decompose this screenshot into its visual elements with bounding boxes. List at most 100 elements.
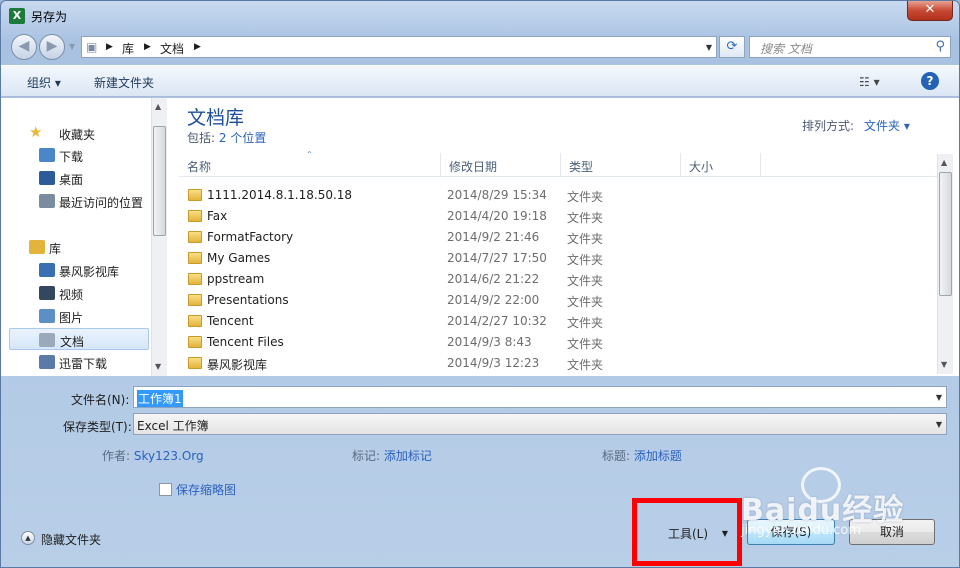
sidebar-item-documents[interactable]: 文档: [9, 328, 149, 350]
folder-icon: [188, 315, 202, 327]
filename-input[interactable]: 工作簿1 ▼: [133, 386, 947, 408]
sidebar-item-downloads[interactable]: 下载: [9, 144, 149, 166]
folder-icon: [188, 273, 202, 285]
chevron-right-icon[interactable]: ▶: [106, 42, 113, 52]
browser-pane: ★ 收藏夹 下载 桌面 最近访问的位置 库 暴风影视库 视频 图片 文档 迅雷下…: [1, 98, 959, 376]
save-thumbnail-checkbox[interactable]: [159, 483, 172, 496]
chevron-right-icon[interactable]: ▶: [194, 42, 201, 52]
sidebar-item-libraries[interactable]: 库: [9, 236, 149, 258]
arrange-by: 排列方式: 文件夹 ▾: [802, 119, 910, 133]
sidebar-scroll-thumb[interactable]: [153, 126, 166, 236]
location-icon: ▣: [86, 40, 98, 54]
file-row[interactable]: 暴风影视库 2014/9/3 12:23 文件夹: [179, 353, 939, 374]
baidu-watermark: Baidu经验 jingyan.baidu.com: [741, 463, 951, 553]
file-row[interactable]: 1111.2014.8.1.18.50.18 2014/8/29 15:34 文件夹: [179, 185, 939, 206]
column-header: 名称 修改日期 类型 大小: [179, 153, 939, 177]
filetype-select[interactable]: Excel 工作簿 ▼: [133, 413, 947, 435]
save-as-dialog: X 另存为 ✕ ◀ ▶ ▼ ▣ ▶ 库 ▶ 文档 ▶ ▼ ⟳ 搜索 文档 ⚲ 组…: [0, 0, 960, 568]
help-icon[interactable]: ?: [921, 72, 939, 90]
filename-label: 文件名(N):: [71, 393, 130, 407]
column-size[interactable]: 大小: [681, 153, 761, 177]
close-button[interactable]: ✕: [907, 1, 953, 21]
save-thumbnail-label[interactable]: 保存缩略图: [176, 481, 236, 498]
desktop-icon: [39, 171, 55, 185]
author-value[interactable]: Sky123.Org: [134, 449, 204, 463]
navigation-bar: ◀ ▶ ▼ ▣ ▶ 库 ▶ 文档 ▶ ▼ ⟳ 搜索 文档 ⚲: [1, 31, 959, 63]
filetype-value: Excel 工作簿: [137, 419, 209, 433]
change-view-icon[interactable]: ☷ ▾: [859, 75, 880, 89]
thunder-download-icon: [39, 355, 55, 369]
file-list-scrollbar[interactable]: ▲ ▼: [937, 154, 953, 374]
chevron-right-icon[interactable]: ▶: [144, 42, 151, 52]
address-dropdown-icon[interactable]: ▼: [706, 43, 712, 52]
file-row[interactable]: My Games 2014/7/27 17:50 文件夹: [179, 248, 939, 269]
file-list-scroll-thumb[interactable]: [939, 172, 952, 296]
sidebar-item-desktop[interactable]: 桌面: [9, 167, 149, 189]
refresh-icon[interactable]: ⟳: [719, 36, 745, 58]
folder-icon: [188, 189, 202, 201]
file-row[interactable]: Presentations 2014/9/2 22:00 文件夹: [179, 290, 939, 311]
command-toolbar: 组织 ▾ 新建文件夹 ☷ ▾ ?: [1, 65, 959, 97]
sidebar-item-thunder-downloads[interactable]: 迅雷下载: [9, 351, 149, 373]
filename-dropdown-icon[interactable]: ▼: [936, 393, 942, 402]
filetype-label: 保存类型(T):: [63, 420, 132, 434]
column-date-modified[interactable]: 修改日期: [441, 153, 561, 177]
folder-icon: [188, 336, 202, 348]
file-row[interactable]: Tencent Files 2014/9/3 8:43 文件夹: [179, 332, 939, 353]
watermark-url: jingyan.baidu.com: [741, 523, 861, 538]
column-type[interactable]: 类型: [561, 153, 681, 177]
file-row[interactable]: FormatFactory 2014/9/2 21:46 文件夹: [179, 227, 939, 248]
video-library-icon: [39, 263, 55, 277]
author-field: 作者: Sky123.Org: [102, 449, 204, 463]
sort-ascending-icon: ⌃: [306, 150, 313, 159]
recent-places-icon: [39, 194, 55, 208]
recent-pages-dropdown-icon[interactable]: ▼: [69, 42, 75, 51]
file-row[interactable]: Fax 2014/4/20 19:18 文件夹: [179, 206, 939, 227]
excel-icon: X: [9, 8, 25, 24]
address-bar[interactable]: ▣ ▶ 库 ▶ 文档 ▶ ▼: [81, 36, 717, 58]
filetype-dropdown-icon[interactable]: ▼: [936, 420, 942, 429]
scroll-down-icon[interactable]: ▼: [155, 362, 161, 371]
star-icon: ★: [29, 123, 43, 141]
sidebar-item-videos[interactable]: 视频: [9, 282, 149, 304]
scroll-up-icon[interactable]: ▲: [941, 158, 947, 167]
navigation-pane: ★ 收藏夹 下载 桌面 最近访问的位置 库 暴风影视库 视频 图片 文档 迅雷下…: [9, 98, 151, 376]
organize-button[interactable]: 组织 ▾: [27, 74, 61, 91]
add-tags-link[interactable]: 添加标记: [384, 449, 432, 463]
library-includes: 包括: 2 个位置: [187, 131, 267, 145]
breadcrumb-library[interactable]: 库: [122, 40, 134, 57]
search-placeholder: 搜索 文档: [760, 42, 812, 56]
scroll-down-icon[interactable]: ▼: [941, 360, 947, 369]
sidebar-scrollbar[interactable]: ▲ ▼: [151, 98, 167, 376]
add-title-link[interactable]: 添加标题: [634, 449, 682, 463]
search-input[interactable]: 搜索 文档 ⚲: [749, 36, 951, 58]
sidebar-item-favorites[interactable]: ★ 收藏夹: [9, 122, 149, 144]
arrange-by-dropdown[interactable]: 文件夹 ▾: [864, 119, 910, 133]
title-bar: X 另存为 ✕: [1, 1, 959, 31]
documents-icon: [39, 333, 55, 347]
filename-value: 工作簿1: [137, 390, 183, 407]
folder-icon: [188, 294, 202, 306]
sidebar-item-recent-places[interactable]: 最近访问的位置: [9, 190, 149, 212]
pictures-icon: [39, 309, 55, 323]
folder-icon: [188, 357, 202, 369]
library-locations-link[interactable]: 2 个位置: [219, 131, 266, 145]
file-row[interactable]: ppstream 2014/6/2 21:22 文件夹: [179, 269, 939, 290]
new-folder-button[interactable]: 新建文件夹: [94, 74, 154, 91]
download-folder-icon: [39, 148, 55, 162]
folder-icon: [188, 210, 202, 222]
sidebar-item-pictures[interactable]: 图片: [9, 305, 149, 327]
search-icon[interactable]: ⚲: [935, 39, 945, 54]
scroll-up-icon[interactable]: ▲: [155, 102, 161, 111]
chevron-up-icon: ▲: [21, 531, 35, 545]
breadcrumb-documents[interactable]: 文档: [160, 40, 184, 57]
back-icon[interactable]: ◀: [11, 34, 37, 60]
file-row[interactable]: Tencent 2014/2/27 10:32 文件夹: [179, 311, 939, 332]
folder-icon: [188, 252, 202, 264]
sidebar-item-video-library[interactable]: 暴风影视库: [9, 259, 149, 281]
title-field: 标题: 添加标题: [602, 449, 682, 463]
file-list-pane: 文档库 包括: 2 个位置 排列方式: 文件夹 ▾ 名称 修改日期 类型 大小 ⌃…: [169, 98, 959, 376]
folder-icon: [188, 231, 202, 243]
forward-icon[interactable]: ▶: [39, 34, 65, 60]
video-icon: [39, 286, 55, 300]
